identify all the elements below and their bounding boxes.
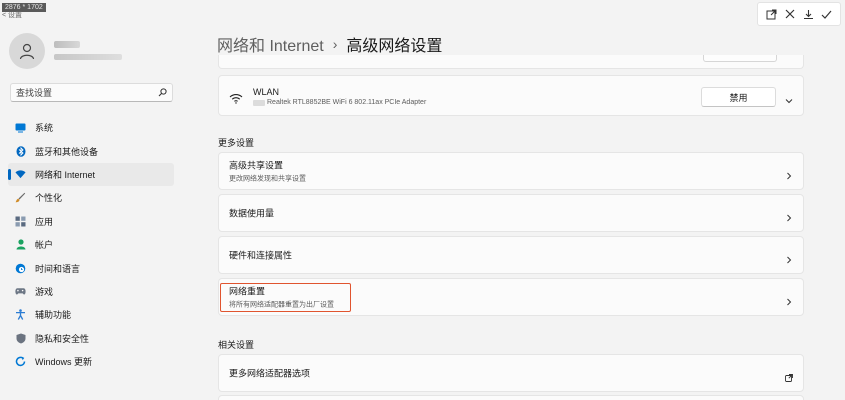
close-icon[interactable] xyxy=(783,7,797,21)
sidebar-item-network[interactable]: 网络和 Internet xyxy=(8,162,174,187)
back-button[interactable]: < 设置 xyxy=(2,10,22,20)
chevron-down-icon[interactable] xyxy=(785,92,793,103)
next-card-partial xyxy=(218,395,804,400)
row-subtitle: 更改网络发现和共享设置 xyxy=(229,175,306,183)
partial-button[interactable] xyxy=(703,55,777,62)
section-title-related: 相关设置 xyxy=(218,340,255,350)
external-link-icon xyxy=(785,369,793,382)
wlan-adapter-name: Realtek RTL8852BE WiFi 6 802.11ax PCIe A… xyxy=(267,99,427,106)
update-icon xyxy=(15,356,26,367)
data-usage-row[interactable]: 数据使用量 xyxy=(218,194,804,232)
gamepad-icon xyxy=(15,286,26,297)
brush-icon xyxy=(15,192,26,203)
apps-icon xyxy=(15,216,26,227)
monitor-icon xyxy=(15,122,26,133)
highlight-annotation xyxy=(220,283,351,312)
sidebar-item-apps[interactable]: 应用 xyxy=(8,210,174,233)
person-icon xyxy=(15,239,26,250)
wlan-title: WLAN xyxy=(253,87,280,97)
row-title: 更多网络适配器选项 xyxy=(229,368,311,379)
user-email-redacted xyxy=(54,54,122,60)
row-title: 数据使用量 xyxy=(229,208,275,219)
bluetooth-icon xyxy=(15,145,26,157)
previous-card-partial xyxy=(218,55,804,69)
sidebar-item-windows-update[interactable]: Windows 更新 xyxy=(8,350,174,373)
chevron-right-icon xyxy=(785,251,793,264)
back-label: 设置 xyxy=(8,12,23,19)
wifi-icon xyxy=(15,169,26,180)
page-title: 高级网络设置 xyxy=(346,38,443,55)
expand-icon[interactable] xyxy=(764,7,778,21)
sidebar-item-gaming[interactable]: 游戏 xyxy=(8,280,174,303)
user-name-redacted xyxy=(54,41,80,48)
chevron-right-icon xyxy=(785,167,793,180)
hardware-properties-row[interactable]: 硬件和连接属性 xyxy=(218,236,804,274)
back-arrow-icon: < xyxy=(2,12,7,19)
wlan-adapter-card[interactable]: WLAN Realtek RTL8852BE WiFi 6 802.11ax P… xyxy=(218,75,804,116)
check-icon[interactable] xyxy=(820,7,834,21)
wifi-icon xyxy=(229,91,243,109)
breadcrumb-parent[interactable]: 网络和 Internet xyxy=(217,32,324,56)
more-adapter-options-row[interactable]: 更多网络适配器选项 xyxy=(218,354,804,392)
row-title: 硬件和连接属性 xyxy=(229,250,293,261)
disable-button[interactable]: 禁用 xyxy=(701,87,776,107)
sidebar-item-accessibility[interactable]: 辅助功能 xyxy=(8,303,174,326)
sidebar-item-bluetooth[interactable]: 蓝牙和其他设备 xyxy=(8,139,174,162)
sidebar-item-personalization[interactable]: 个性化 xyxy=(8,186,174,209)
accessibility-icon xyxy=(15,309,26,321)
download-icon[interactable] xyxy=(801,7,815,21)
sidebar-item-accounts[interactable]: 帐户 xyxy=(8,233,174,256)
screenshot-toolbar xyxy=(757,2,841,26)
search-placeholder: 查找设置 xyxy=(16,88,53,98)
sidebar-item-privacy[interactable]: 隐私和安全性 xyxy=(8,327,174,350)
breadcrumb: 网络和 Internet › 高级网络设置 xyxy=(217,33,442,55)
search-icon xyxy=(158,88,167,97)
sidebar-nav: 系统 蓝牙和其他设备 网络和 Internet 个性化 应用 帐户 时间和语言 … xyxy=(8,116,174,373)
chevron-right-icon: › xyxy=(332,36,338,52)
shield-icon xyxy=(15,333,26,344)
row-title: 高级共享设置 xyxy=(229,160,284,171)
avatar[interactable] xyxy=(9,33,45,69)
globe-clock-icon xyxy=(15,263,26,274)
redacted-text xyxy=(253,99,265,106)
chevron-right-icon xyxy=(785,293,793,306)
search-input[interactable]: 查找设置 xyxy=(10,83,173,102)
sidebar-item-system[interactable]: 系统 xyxy=(8,116,174,139)
chevron-right-icon xyxy=(785,209,793,222)
section-title-more: 更多设置 xyxy=(218,138,255,148)
sidebar-item-time-language[interactable]: 时间和语言 xyxy=(8,256,174,279)
advanced-sharing-row[interactable]: 高级共享设置 更改网络发现和共享设置 xyxy=(218,152,804,190)
person-icon xyxy=(19,43,35,60)
